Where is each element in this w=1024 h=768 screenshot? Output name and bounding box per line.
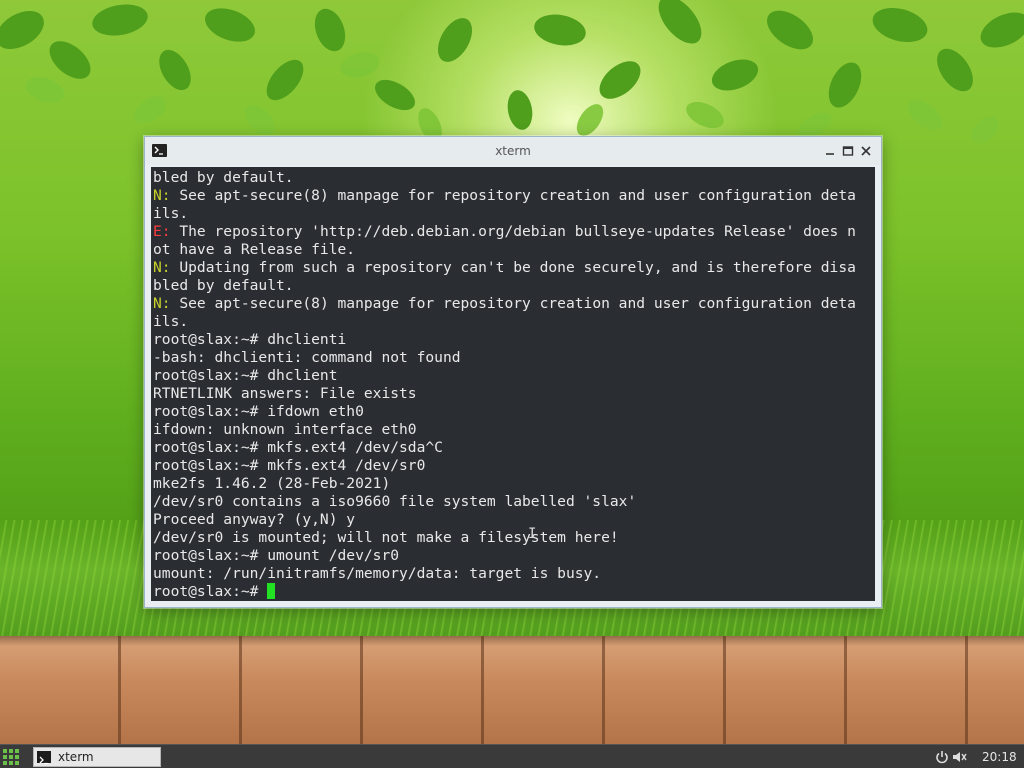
terminal-line: bled by default. [153, 169, 856, 187]
notice-prefix: N: [153, 259, 171, 276]
terminal-line: /dev/sr0 contains a iso9660 file system … [153, 493, 856, 511]
taskbar-clock: 20:18 [982, 750, 1017, 764]
taskbar-item-xterm[interactable]: xterm [33, 747, 161, 767]
terminal-line: root@slax:~# dhclient [153, 367, 856, 385]
taskbar-item-label: xterm [58, 750, 94, 764]
terminal-line-text: root@slax:~# umount /dev/sr0 [153, 547, 400, 564]
terminal-line-text: root@slax:~# dhclient [153, 367, 338, 384]
terminal-line: /dev/sr0 is mounted; will not make a fil… [153, 529, 856, 547]
terminal-line-text: /dev/sr0 contains a iso9660 file system … [153, 493, 637, 510]
wallpaper-floor-shadow [0, 636, 1024, 646]
maximize-icon[interactable] [841, 144, 855, 158]
terminal-line-text: root@slax:~# ifdown eth0 [153, 403, 364, 420]
power-icon[interactable] [934, 749, 950, 765]
terminal-line-text: ifdown: unknown interface eth0 [153, 421, 417, 438]
terminal-line-text: bled by default. [153, 169, 294, 186]
text-cursor-pointer-icon: I [528, 526, 537, 542]
terminal-line-text: root@slax:~# mkfs.ext4 /dev/sr0 [153, 457, 426, 474]
terminal-line: root@slax:~# dhclienti [153, 331, 856, 349]
terminal-line: N: Updating from such a repository can't… [153, 259, 856, 277]
terminal-line: N: See apt-secure(8) manpage for reposit… [153, 187, 856, 205]
terminal-line-text: Updating from such a repository can't be… [170, 259, 856, 276]
terminal-line-text: Proceed anyway? (y,N) y [153, 511, 356, 528]
text-cursor [267, 583, 276, 599]
taskbar: xterm 20:18 [0, 744, 1024, 768]
terminal-line: root@slax:~# mkfs.ext4 /dev/sda^C [153, 439, 856, 457]
wallpaper-wood-floor [0, 636, 1024, 744]
notice-prefix: N: [153, 187, 171, 204]
terminal-line: mke2fs 1.46.2 (28-Feb-2021) [153, 475, 856, 493]
terminal-prompt-line[interactable]: root@slax:~# [153, 583, 856, 601]
terminal-text: bled by default. N: See apt-secure(8) man… [153, 169, 856, 601]
volume-muted-icon[interactable] [951, 749, 967, 765]
terminal-line-text: ils. [153, 313, 189, 330]
terminal-line-text: ot have a Release file. [153, 241, 356, 258]
terminal-line: Proceed anyway? (y,N) y [153, 511, 856, 529]
terminal-line-text: See apt-secure(8) manpage for repository… [170, 187, 856, 204]
shell-prompt: root@slax:~# [153, 583, 268, 600]
terminal-output[interactable]: bled by default. N: See apt-secure(8) man… [151, 167, 875, 601]
xterm-window[interactable]: xterm bled by default. N: See apt-secure(… [144, 136, 882, 608]
terminal-icon [37, 751, 51, 765]
minimize-icon[interactable] [823, 144, 837, 158]
start-menu-icon[interactable] [2, 748, 20, 766]
window-titlebar[interactable]: xterm [145, 137, 881, 165]
terminal-line-text: mke2fs 1.46.2 (28-Feb-2021) [153, 475, 391, 492]
terminal-line-text: The repository 'http://deb.debian.org/de… [170, 223, 856, 240]
terminal-line: -bash: dhclienti: command not found [153, 349, 856, 367]
terminal-line-text: root@slax:~# mkfs.ext4 /dev/sda^C [153, 439, 443, 456]
terminal-line-text: umount: /run/initramfs/memory/data: targ… [153, 565, 602, 582]
terminal-line: ils. [153, 313, 856, 331]
desktop: xterm bled by default. N: See apt-secure(… [0, 0, 1024, 768]
error-prefix: E: [153, 223, 171, 240]
terminal-line: E: The repository 'http://deb.debian.org… [153, 223, 856, 241]
terminal-line: root@slax:~# ifdown eth0 [153, 403, 856, 421]
close-icon[interactable] [859, 144, 873, 158]
terminal-line-text: root@slax:~# dhclienti [153, 331, 347, 348]
terminal-line-text: /dev/sr0 is mounted; will not make a fil… [153, 529, 619, 546]
terminal-line: RTNETLINK answers: File exists [153, 385, 856, 403]
terminal-line-text: RTNETLINK answers: File exists [153, 385, 417, 402]
terminal-line: root@slax:~# umount /dev/sr0 [153, 547, 856, 565]
terminal-line: umount: /run/initramfs/memory/data: targ… [153, 565, 856, 583]
terminal-line: N: See apt-secure(8) manpage for reposit… [153, 295, 856, 313]
terminal-line: bled by default. [153, 277, 856, 295]
notice-prefix: N: [153, 295, 171, 312]
terminal-line-text: ils. [153, 205, 189, 222]
window-title: xterm [495, 144, 531, 158]
terminal-line: root@slax:~# mkfs.ext4 /dev/sr0 [153, 457, 856, 475]
terminal-line-text: bled by default. [153, 277, 294, 294]
terminal-line: ifdown: unknown interface eth0 [153, 421, 856, 439]
terminal-icon[interactable] [152, 144, 167, 157]
terminal-line: ils. [153, 205, 856, 223]
wallpaper-leaves [0, 0, 1024, 144]
terminal-line-text: -bash: dhclienti: command not found [153, 349, 461, 366]
terminal-line-text: See apt-secure(8) manpage for repository… [170, 295, 856, 312]
terminal-line: ot have a Release file. [153, 241, 856, 259]
